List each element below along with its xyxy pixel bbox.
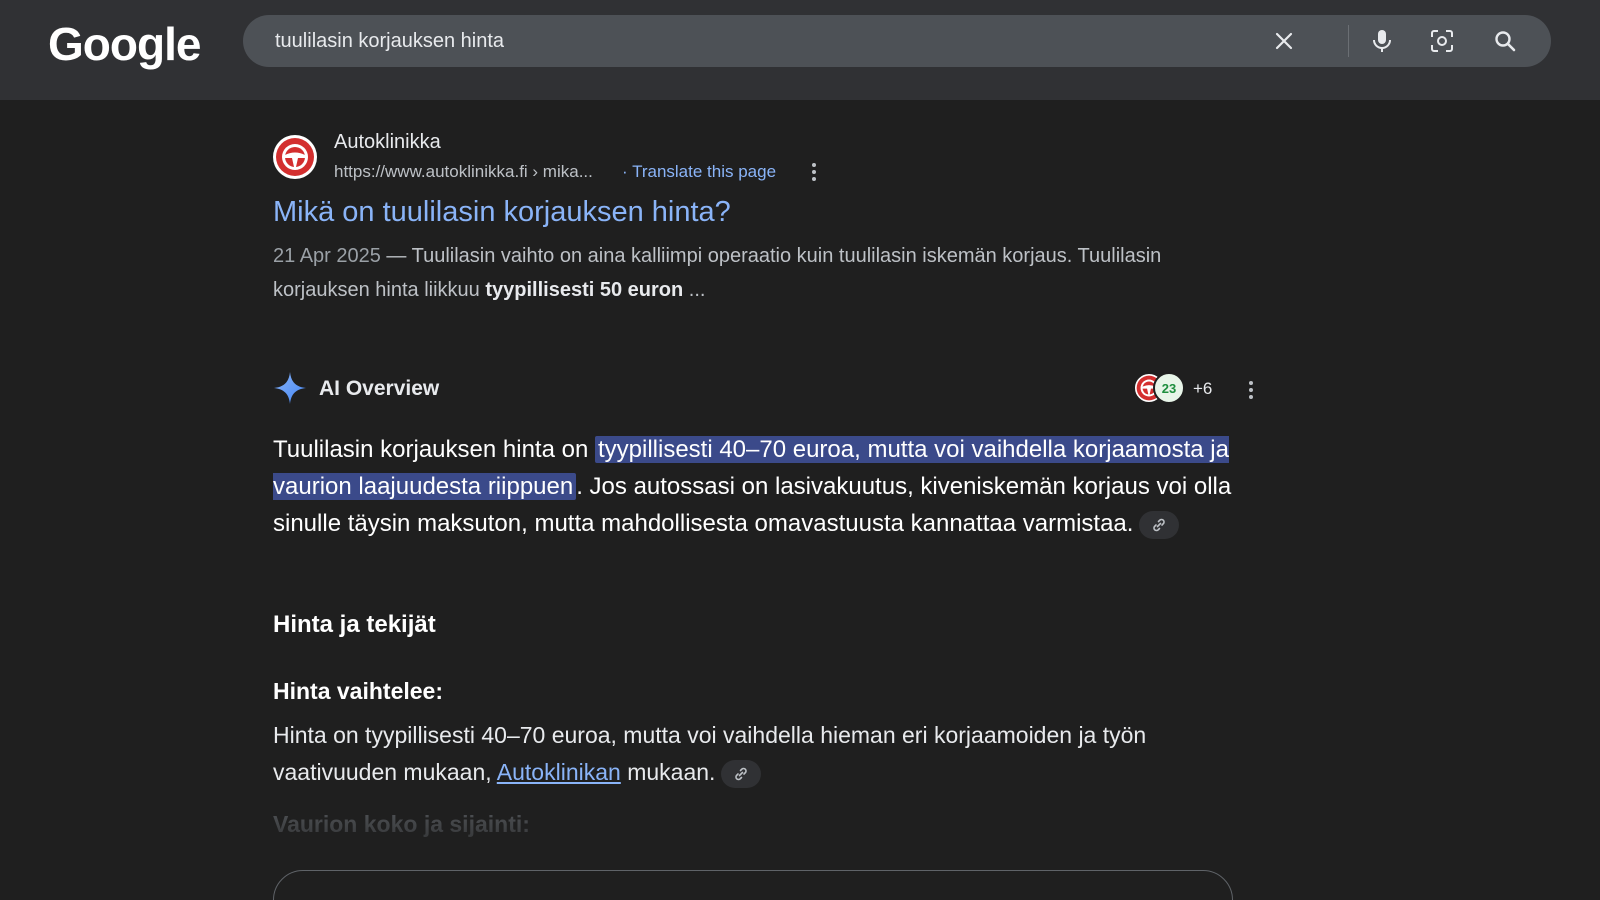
result-title[interactable]: Mikä on tuulilasin korjauksen hinta? — [273, 196, 731, 229]
para2-end: mukaan. — [620, 759, 716, 785]
lens-icon[interactable] — [1428, 27, 1456, 55]
result-snippet: 21 Apr 2025 — Tuulilasin vaihto on aina … — [273, 239, 1233, 307]
translate-link[interactable]: · Translate this page — [622, 162, 776, 182]
search-icon[interactable] — [1491, 27, 1519, 55]
search-divider — [1348, 25, 1349, 57]
result-url[interactable]: https://www.autoklinikka.fi › mika... — [334, 162, 593, 182]
link-chip[interactable] — [1139, 510, 1180, 539]
snippet-bold: tyypillisesti 50 euron — [485, 279, 684, 301]
microphone-icon[interactable] — [1368, 27, 1396, 55]
search-bar[interactable]: tuulilasin korjauksen hinta — [243, 15, 1551, 67]
section-heading: Hinta ja tekijät — [273, 611, 436, 638]
snippet-end: ... — [683, 279, 706, 301]
close-icon[interactable] — [1270, 27, 1298, 55]
link-icon — [1153, 518, 1166, 531]
source-avatars[interactable]: 23 +6 — [1133, 372, 1223, 406]
link-icon — [735, 767, 748, 781]
google-logo[interactable]: Google — [48, 17, 201, 71]
ai-overview-more-icon[interactable] — [1243, 378, 1259, 402]
header: Google tuulilasin korjauksen hinta — [0, 0, 1600, 100]
ai-overview-summary: Tuulilasin korjauksen hinta on tyypillis… — [273, 431, 1273, 542]
sparkle-icon — [274, 372, 306, 404]
autoklinikan-link[interactable]: Autoklinikan — [497, 759, 621, 785]
faded-heading: Vaurion koko ja sijainti: — [273, 811, 530, 837]
source-more-count[interactable]: +6 — [1193, 379, 1212, 399]
result-date: 21 Apr 2025 — [273, 245, 381, 267]
ai-para-start: Tuulilasin korjauksen hinta on — [273, 436, 595, 463]
source-avatar-2[interactable]: 23 — [1153, 372, 1185, 404]
search-input[interactable]: tuulilasin korjauksen hinta — [275, 30, 504, 53]
snippet-text: — Tuulilasin vaihto on aina kalliimpi op… — [273, 245, 1162, 301]
sub-heading: Hinta vaihtelee: — [273, 678, 443, 704]
ai-overview-detail: Hinta on tyypillisesti 40–70 euroa, mutt… — [273, 717, 1263, 791]
link-chip-2[interactable] — [721, 759, 762, 788]
site-favicon[interactable] — [273, 135, 317, 179]
ai-overview-title: AI Overview — [319, 377, 440, 400]
result-more-icon[interactable] — [806, 160, 822, 184]
result-site-name[interactable]: Autoklinikka — [334, 131, 441, 154]
show-more-button[interactable] — [273, 870, 1233, 900]
